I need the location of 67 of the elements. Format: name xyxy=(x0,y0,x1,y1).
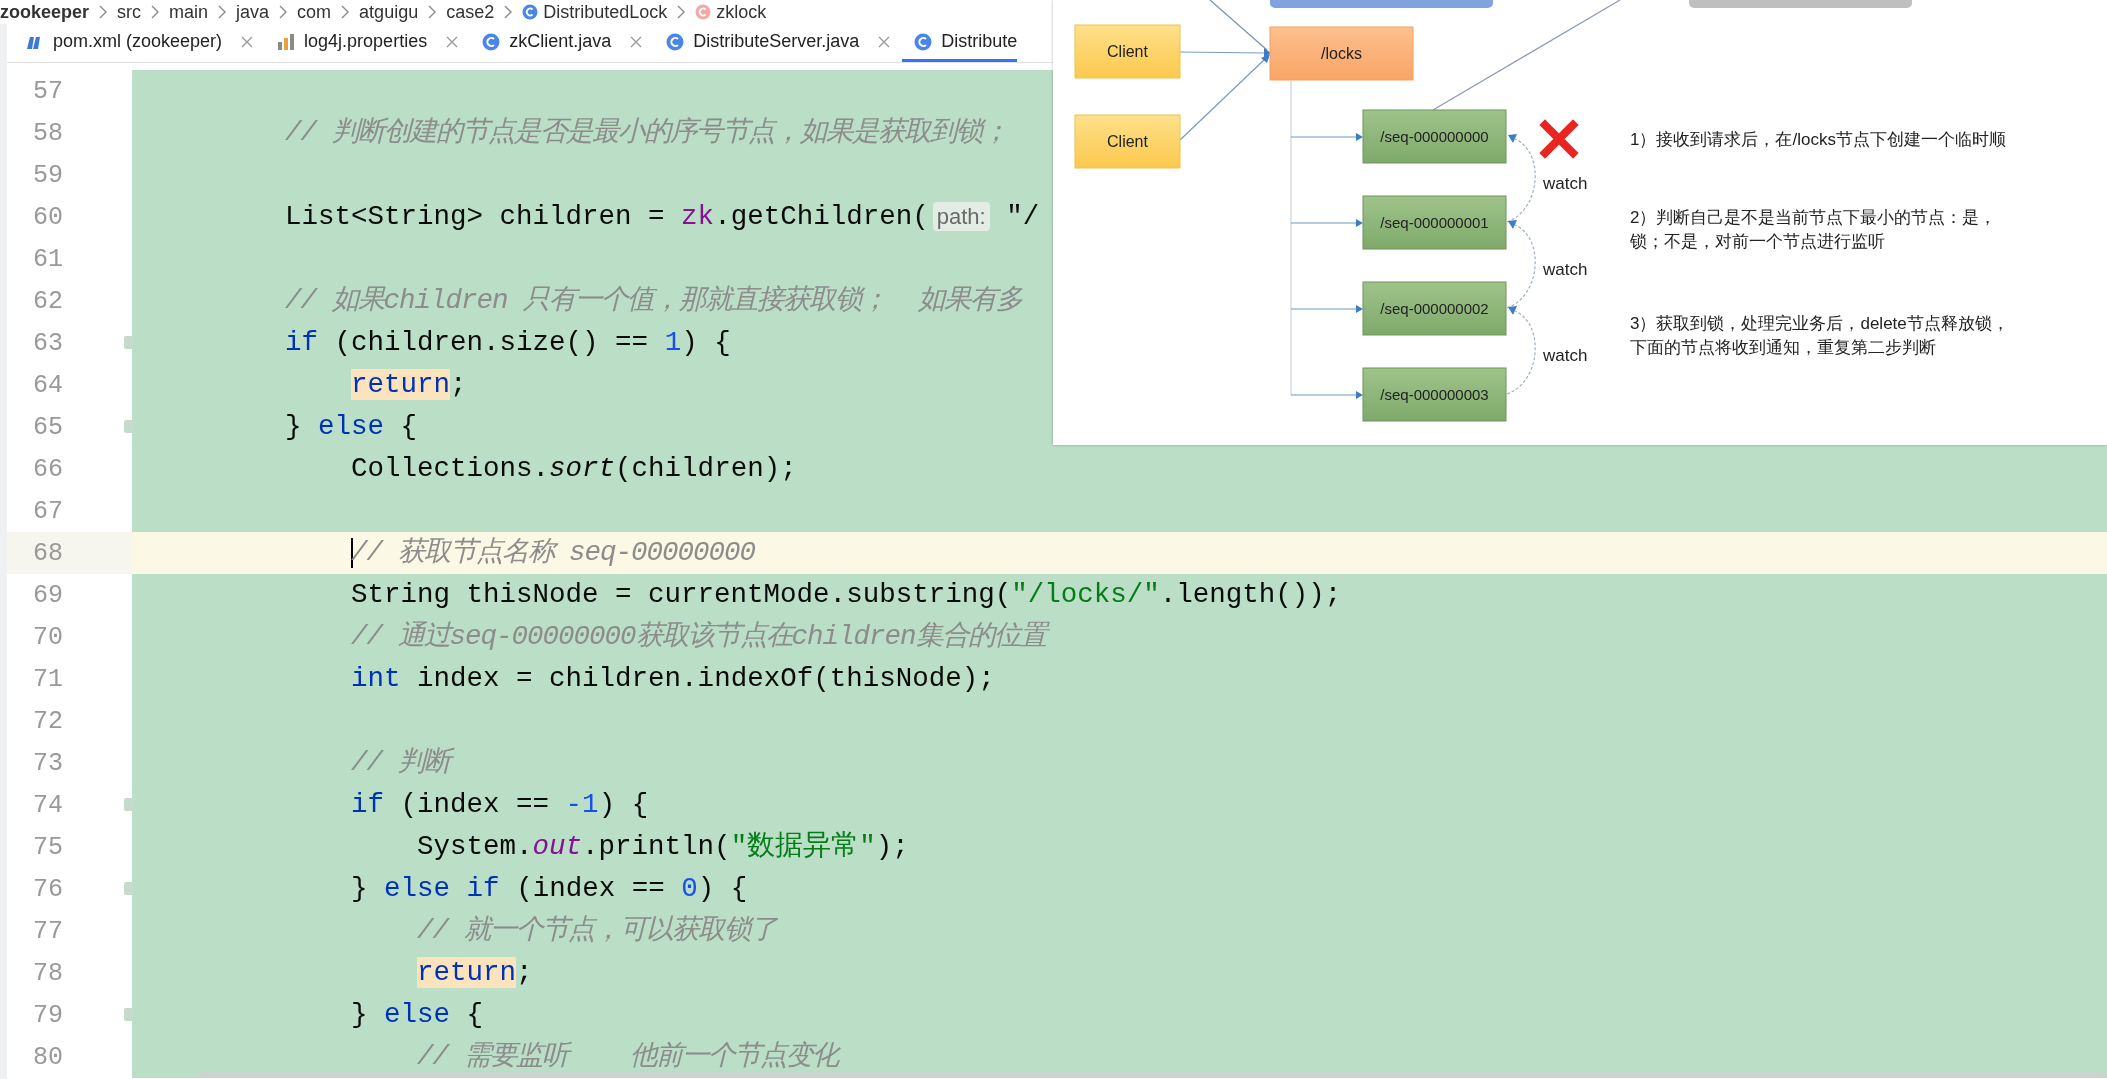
code-line: // 就一个节点，可以获取锁了 xyxy=(416,915,776,946)
editor-tab[interactable]: DistributeServer.java xyxy=(654,24,903,62)
breadcrumb-item[interactable]: main xyxy=(169,1,209,23)
breadcrumb-item[interactable]: DistributedLock xyxy=(543,1,668,23)
line-number: 65 xyxy=(32,412,63,442)
breadcrumb-item[interactable]: zklock xyxy=(716,1,767,23)
breadcrumb-item[interactable]: src xyxy=(117,1,142,23)
line-number: 62 xyxy=(32,286,63,316)
code-line: if (children.size() == 1) { xyxy=(284,327,731,358)
line-number: 70 xyxy=(32,622,63,652)
note-text: 2）判断自己是不是当前节点下最小的节点：是， xyxy=(1630,208,1997,227)
line-number: 57 xyxy=(32,76,63,106)
editor-tab[interactable]: Distribute xyxy=(902,24,1018,62)
code-line: System.out.println("数据异常"); xyxy=(416,831,909,862)
note-text: 3）获取到锁，处理完业务后，delete节点释放锁， xyxy=(1630,314,2009,333)
line-number: 80 xyxy=(32,1042,63,1072)
line-number: 68 xyxy=(32,538,63,568)
line-number: 69 xyxy=(32,580,63,610)
line-number: 73 xyxy=(32,748,63,778)
line-number: 76 xyxy=(32,874,63,904)
editor-tab[interactable]: zkClient.java xyxy=(470,24,655,62)
code-line: if (index == -1) { xyxy=(350,789,649,820)
editor-tab[interactable]: pom.xml (zookeeper) xyxy=(14,24,266,62)
line-number: 63 xyxy=(32,328,63,358)
code-line: // 判断创建的节点是否是最小的序号节点，如果是获取到锁； xyxy=(284,117,1008,148)
line-number: 71 xyxy=(32,664,63,694)
breadcrumb-item[interactable]: java xyxy=(236,1,270,23)
note-text: 1）接收到请求后，在/locks节点下创建一个临时顺 xyxy=(1630,130,2006,149)
breadcrumb-item[interactable]: com xyxy=(297,1,332,23)
line-number: 59 xyxy=(32,160,63,190)
sequence-node: /seq-000000000 xyxy=(1362,109,1507,164)
code-line: } else { xyxy=(284,411,418,442)
breadcrumb-item[interactable]: case2 xyxy=(446,1,495,23)
watch-label: watch xyxy=(1543,260,1588,279)
code-line: // 如果children 只有一个值，那就直接获取锁； 如果有多 xyxy=(284,285,1023,316)
code-line: } else { xyxy=(350,999,484,1030)
code-line: Collections.sort(children); xyxy=(350,453,797,484)
code-line: int index = children.indexOf(thisNode); xyxy=(350,663,995,694)
line-number: 58 xyxy=(32,118,63,148)
line-number: 72 xyxy=(32,706,63,736)
editor-tab[interactable]: log4j.properties xyxy=(265,24,471,62)
line-number: 74 xyxy=(32,790,63,820)
line-number: 64 xyxy=(32,370,63,400)
watch-label: watch xyxy=(1543,346,1588,365)
sequence-node: /seq-000000002 xyxy=(1362,281,1507,336)
line-number: 75 xyxy=(32,832,63,862)
breadcrumb-item[interactable]: zookeeper xyxy=(0,1,90,23)
line-number: 67 xyxy=(32,496,63,526)
code-line: // 需要监听 他前一个节点变化 xyxy=(416,1041,838,1072)
line-number: 61 xyxy=(32,244,63,274)
code-line: } else if (index == 0) { xyxy=(350,873,748,904)
client-node: Client xyxy=(1074,114,1181,169)
line-number: 60 xyxy=(32,202,63,232)
sequence-node: /seq-000000001 xyxy=(1362,195,1507,250)
code-line: List<String> children = zk.getChildren( path: "/ xyxy=(284,201,1040,232)
note-text: 下面的节点将收到通知，重复第二步判断 xyxy=(1630,338,1936,357)
note-text: 锁；不是，对前一个节点进行监听 xyxy=(1630,232,1885,251)
locks-node: /locks xyxy=(1269,26,1414,81)
line-number: 78 xyxy=(32,958,63,988)
watch-label: watch xyxy=(1543,174,1588,193)
line-number: 77 xyxy=(32,916,63,946)
code-line: String thisNode = currentMode.substring("/locks/".length()); xyxy=(350,579,1342,610)
client-node: Client xyxy=(1074,24,1181,79)
breadcrumb-item[interactable]: atguigu xyxy=(359,1,419,23)
line-number: 79 xyxy=(32,1000,63,1030)
line-number: 66 xyxy=(32,454,63,484)
sequence-node: /seq-000000003 xyxy=(1362,367,1507,422)
